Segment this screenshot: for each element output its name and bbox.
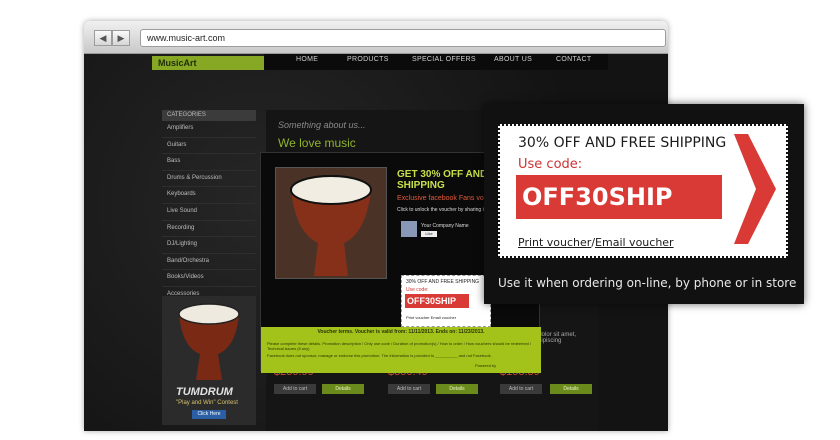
mini-coupon-code: OFF30SHIP — [405, 294, 469, 308]
djembe-drum-image — [178, 303, 240, 380]
site-logo[interactable]: MusicArt — [152, 56, 270, 70]
popup-instruction: Click to unlock the voucher by sharing i… — [397, 207, 486, 213]
terms-title: Voucher terms. Voucher is valid from: 11… — [317, 329, 485, 335]
terms-disclaimer: Facebook does not sponsor, manage or end… — [267, 353, 492, 358]
add-to-cart-button[interactable]: Add to cart — [274, 384, 316, 394]
contest-banner[interactable]: TUMDRUM "Play and Win" Contest Click Her… — [162, 296, 256, 425]
details-button[interactable]: Details — [322, 384, 364, 394]
details-button[interactable]: Details — [550, 384, 592, 394]
category-item[interactable]: Amplifiers — [162, 121, 256, 138]
category-item[interactable]: Band/Orchestra — [162, 254, 256, 271]
category-item[interactable]: Drums & Percussion — [162, 171, 256, 188]
address-bar[interactable]: www.music-art.com — [140, 29, 666, 47]
category-item[interactable]: Keyboards — [162, 187, 256, 204]
banner-subtitle: "Play and Win" Contest — [176, 400, 238, 406]
coupon-links: Print voucher/Email voucher — [518, 236, 674, 249]
coupon-footer: Use it when ordering on-line, by phone o… — [498, 276, 797, 290]
mini-coupon: 30% OFF AND FREE SHIPPING Use code: OFF3… — [401, 275, 491, 327]
company-name: Your Company Name — [421, 223, 469, 229]
add-to-cart-button[interactable]: Add to cart — [388, 384, 430, 394]
banner-click-button[interactable]: Click Here — [192, 410, 226, 419]
coupon-title: 30% OFF AND FREE SHIPPING — [518, 135, 727, 151]
categories-sidebar: CATEGORIES Amplifiers Guitars Bass Drums… — [162, 110, 256, 304]
company-avatar — [401, 221, 417, 237]
add-to-cart-button[interactable]: Add to cart — [500, 384, 542, 394]
like-button[interactable]: Like — [421, 231, 437, 237]
nav-products[interactable]: PRODUCTS — [347, 56, 389, 63]
intro-heading: We love music — [278, 136, 356, 150]
categories-heading: CATEGORIES — [162, 110, 256, 121]
nav-contact[interactable]: CONTACT — [556, 56, 591, 63]
nav-special-offers[interactable]: SPECIAL OFFERS — [412, 56, 476, 63]
category-item[interactable]: Books/Videos — [162, 270, 256, 287]
voucher-terms-panel: Voucher terms. Voucher is valid from: 11… — [261, 327, 541, 373]
mini-coupon-use: Use code: — [406, 287, 429, 293]
mini-coupon-title: 30% OFF AND FREE SHIPPING — [406, 279, 480, 285]
popup-drum-image — [275, 167, 387, 279]
category-item[interactable]: Recording — [162, 221, 256, 238]
coupon-use-code-label: Use code: — [518, 157, 583, 172]
back-arrow-icon: ◀ — [99, 33, 107, 43]
mini-coupon-links[interactable]: Print voucher Email voucher — [406, 315, 456, 320]
forward-button[interactable]: ▶ — [112, 30, 130, 46]
terms-body: Please complete these details. Promotion… — [267, 341, 532, 351]
url-text: www.music-art.com — [147, 33, 226, 43]
coupon-code: OFF30SHIP — [516, 175, 722, 219]
email-voucher-link[interactable]: Email voucher — [595, 236, 674, 249]
banner-title: TUMDRUM — [176, 386, 233, 398]
chevron-right-icon — [734, 134, 776, 244]
category-item[interactable]: Guitars — [162, 138, 256, 155]
coupon-callout: 30% OFF AND FREE SHIPPING Use code: OFF3… — [484, 104, 804, 304]
back-button[interactable]: ◀ — [94, 30, 112, 46]
main-nav: HOME PRODUCTS SPECIAL OFFERS ABOUT US CO… — [264, 54, 608, 70]
intro-subheading: Something about us... — [278, 120, 366, 130]
forward-arrow-icon: ▶ — [117, 33, 125, 43]
browser-toolbar: ◀ ▶ www.music-art.com — [84, 21, 668, 54]
category-item[interactable]: Bass — [162, 154, 256, 171]
details-button[interactable]: Details — [436, 384, 478, 394]
coupon-card: 30% OFF AND FREE SHIPPING Use code: OFF3… — [498, 124, 788, 258]
djembe-drum-icon — [276, 168, 386, 278]
category-item[interactable]: Live Sound — [162, 204, 256, 221]
nav-about-us[interactable]: ABOUT US — [494, 56, 532, 63]
category-item[interactable]: DJ/Lighting — [162, 237, 256, 254]
nav-home[interactable]: HOME — [296, 56, 318, 63]
powered-by: Powered by — [475, 363, 497, 368]
print-voucher-link[interactable]: Print voucher — [518, 236, 591, 249]
